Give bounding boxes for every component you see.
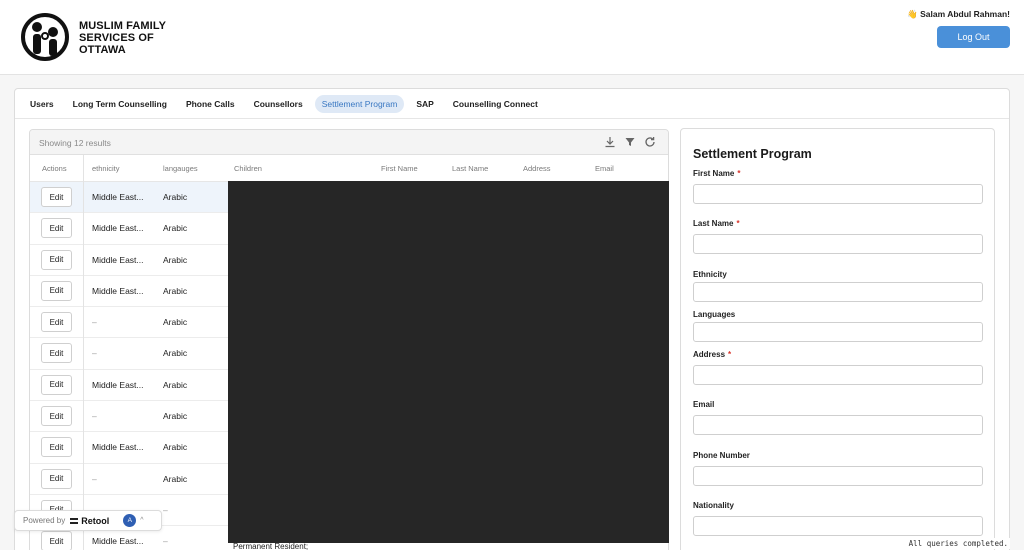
first-name-input[interactable] [693,184,983,204]
cell-languages: Arabic [163,348,188,359]
edit-button[interactable]: Edit [41,531,72,550]
field-label-phone-number: Phone Number [693,451,750,460]
tab-counselling-connect[interactable]: Counselling Connect [446,95,545,113]
org-name-line-3: OTTAWA [79,44,126,56]
cell-ethnicity: Middle East... [92,192,144,202]
column-header-actions: Actions [42,164,67,173]
label-text: Last Name [693,219,734,228]
column-header-row: Actions ethnicity langauges Children Fir… [30,155,668,182]
download-icon[interactable] [604,136,616,148]
retool-logo-icon [70,517,79,524]
required-marker: * [728,350,732,359]
org-name-line-2: SERVICES OF [79,32,154,44]
family-logo-icon [21,13,69,61]
query-status: All queries completed. [906,538,1010,549]
cell-languages: Arabic [163,411,188,422]
languages-input[interactable] [693,322,983,342]
user-greeting: 👋 Salam Abdul Rahman! [907,9,1010,19]
column-header-children[interactable]: Children [234,164,262,173]
edit-button[interactable]: Edit [41,187,72,207]
nationality-input[interactable] [693,516,983,536]
required-marker: * [736,219,740,228]
org-name-line-1: MUSLIM FAMILY [79,20,167,32]
required-marker: * [737,169,741,178]
cell-ethnicity: – [92,473,97,484]
chevron-up-icon[interactable]: ^ [140,517,143,524]
cell-ethnicity: Middle East... [92,223,144,234]
cell-ethnicity: – [92,411,97,422]
field-label-email: Email [693,400,715,409]
cell-ethnicity: Middle East... [92,254,144,265]
powered-by-text: Powered by [23,516,66,525]
edit-button[interactable]: Edit [41,343,72,364]
phone-number-input[interactable] [693,466,983,486]
column-header-first-name[interactable]: First Name [381,164,418,173]
column-header-address[interactable]: Address [523,164,551,173]
field-label-last-name: Last Name * [693,219,740,228]
result-count: Showing 12 results [39,138,111,148]
column-header-languages[interactable]: langauges [163,164,198,173]
edit-button[interactable]: Edit [41,218,72,239]
cell-ethnicity: Middle East... [92,442,144,453]
tab-users[interactable]: Users [23,95,61,113]
field-label-address: Address * [693,350,731,359]
address-input[interactable] [693,365,983,385]
tab-long-term-counselling[interactable]: Long Term Counselling [66,95,174,113]
cell-languages: Arabic [163,192,188,202]
powered-by-badge[interactable]: Powered by Retool A ^ [14,510,162,531]
column-header-email[interactable]: Email [595,164,614,173]
avatar[interactable]: A [123,514,137,527]
field-label-first-name: First Name * [693,169,740,178]
refresh-icon[interactable] [644,136,656,148]
cell-languages: – [163,536,168,547]
edit-button[interactable]: Edit [41,312,72,333]
field-label-ethnicity: Ethnicity [693,270,727,279]
edit-button[interactable]: Edit [41,374,72,395]
cell-ethnicity: Middle East... [92,285,144,296]
cell-ethnicity: – [92,348,97,359]
edit-button[interactable]: Edit [41,280,72,301]
cell-languages: Arabic [163,223,188,234]
last-name-input[interactable] [693,234,983,254]
retool-brand: Retool [81,515,110,526]
field-label-languages: Languages [693,310,736,319]
cell-languages: Arabic [163,442,188,453]
column-header-ethnicity[interactable]: ethnicity [92,164,120,173]
cell-ethnicity: Middle East... [92,536,144,547]
overflow-cell-text: Permanent Resident; [233,542,309,550]
tab-phone-calls[interactable]: Phone Calls [179,95,242,113]
tab-bar: Users Long Term Counselling Phone Calls … [15,89,1009,119]
cell-languages: Arabic [163,379,188,390]
edit-button[interactable]: Edit [41,406,72,427]
label-text: Address [693,350,726,359]
cell-languages: – [163,504,168,515]
filter-icon[interactable] [624,136,636,148]
logout-button[interactable]: Log Out [937,26,1010,48]
label-text: First Name [693,169,735,178]
column-header-last-name[interactable]: Last Name [452,164,488,173]
settlement-form: Settlement Program First Name * Last Name… [680,128,995,550]
tab-sap[interactable]: SAP [409,95,440,113]
form-title: Settlement Program [693,147,812,161]
email-input[interactable] [693,415,983,435]
tab-settlement-program[interactable]: Settlement Program [314,94,405,113]
column-divider [83,155,84,550]
edit-button[interactable]: Edit [41,249,72,270]
cell-languages: Arabic [163,317,188,328]
cell-languages: Arabic [163,285,188,296]
cell-languages: Arabic [163,254,188,265]
cell-languages: Arabic [163,473,188,484]
edit-button[interactable]: Edit [41,468,72,489]
app-header: MUSLIM FAMILY SERVICES OF OTTAWA 👋 Salam… [0,0,1024,75]
org-name: MUSLIM FAMILY SERVICES OF OTTAWA [79,20,166,56]
cell-ethnicity: – [92,317,97,328]
ethnicity-input[interactable] [693,282,983,302]
tab-counsellors[interactable]: Counsellors [247,95,310,113]
field-label-nationality: Nationality [693,501,734,510]
cell-ethnicity: Middle East... [92,379,144,390]
table-toolbar: Showing 12 results [30,130,668,155]
redacted-region [228,181,669,543]
edit-button[interactable]: Edit [41,437,72,458]
